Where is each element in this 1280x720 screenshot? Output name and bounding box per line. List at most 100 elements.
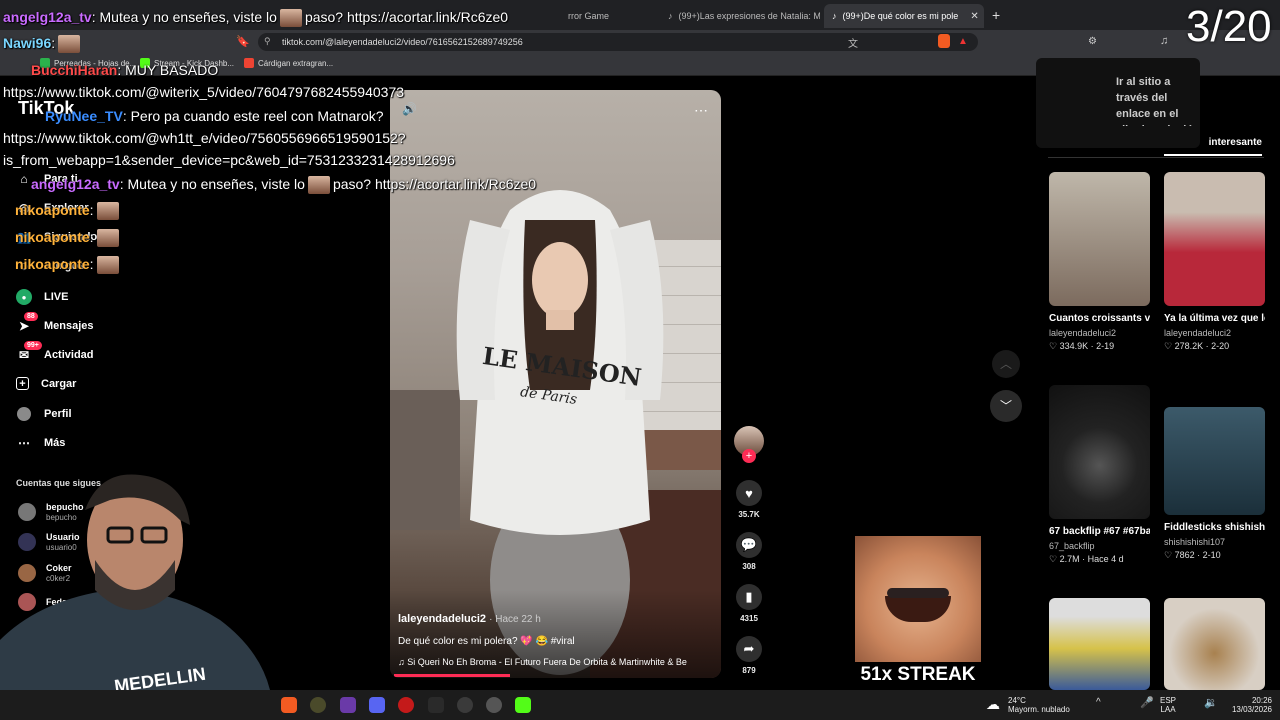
next-video-button[interactable]: ﹀ (990, 390, 1022, 422)
live-icon: ● (16, 289, 32, 305)
tab-interesante[interactable]: interesante (1164, 134, 1262, 156)
app-icon[interactable] (340, 697, 356, 713)
previous-video-button[interactable]: ︿ (992, 350, 1020, 378)
emote (307, 176, 330, 195)
emote (96, 256, 119, 275)
recommended-card[interactable]: Ya la última vez que lo hago😵/... laleye… (1164, 172, 1265, 352)
video-progress-bar[interactable] (394, 674, 510, 677)
like-button[interactable]: ♥ 35.7K (734, 480, 764, 519)
recommended-card[interactable] (1164, 598, 1265, 690)
video-thumbnail (1049, 598, 1150, 690)
webcam-streamer (0, 474, 270, 690)
share-button[interactable]: ➦ 879 (734, 636, 764, 675)
creator-avatar[interactable]: + (734, 426, 764, 463)
volume-icon[interactable]: 🔉 (1204, 696, 1218, 709)
chat-message: BucchiHaran: MUY BASADO (31, 62, 219, 78)
tab-game[interactable]: rror Game (560, 4, 656, 28)
bookmark-icon: ▮ (736, 584, 762, 610)
video-author[interactable]: laleyendadeluci2 (398, 613, 486, 625)
app-icon[interactable] (486, 697, 502, 713)
chat-message: is_from_webapp=1&sender_device=pc&web_id… (3, 152, 455, 168)
nav-actividad[interactable]: ✉ 99+ Actividad (16, 341, 94, 363)
app-icon[interactable] (457, 697, 473, 713)
save-button[interactable]: ▮ 4315 (734, 584, 764, 623)
video-thumbnail (1049, 172, 1150, 306)
comment-count: 308 (742, 562, 756, 571)
emote (58, 35, 81, 54)
new-tab-button[interactable]: + (992, 7, 1000, 23)
clock[interactable]: 20:26 13/03/2026 (1226, 696, 1272, 714)
share-icon: ➦ (736, 636, 762, 662)
chat-message: angelg12a_tv: Mutea y no enseñes, viste … (3, 9, 508, 28)
nav-live[interactable]: ● LIVE (16, 289, 68, 305)
tab-label: rror Game (568, 11, 610, 21)
streak-label: 51x STREAK (860, 664, 976, 685)
video-meta: laleyendadeluci2 · Hace 22 h (398, 613, 541, 625)
shop-icon (244, 58, 254, 68)
streak-emote (855, 536, 981, 662)
popup-text: Ir al sitio a través del enlace en el cl… (1116, 76, 1200, 126)
plus-square-icon: + (16, 377, 29, 390)
app-icon[interactable] (310, 697, 326, 713)
chat-message: nikoaponte: (3, 202, 122, 221)
brave-shield-icon[interactable] (938, 34, 950, 48)
opera-icon[interactable] (398, 697, 414, 713)
recommended-card[interactable]: Cuantos croissants vieron... laleyendade… (1049, 172, 1150, 352)
emote (96, 229, 119, 248)
comment-button[interactable]: 💬 308 (734, 532, 764, 571)
weather-widget[interactable]: 24°C Mayorm. nublado (1008, 696, 1070, 714)
volume-icon[interactable]: 🔊 (402, 102, 417, 116)
profile-icon (16, 406, 32, 422)
follow-plus-icon[interactable]: + (742, 449, 756, 463)
microphone-icon[interactable]: 🎤 (1140, 696, 1154, 709)
recommended-card[interactable]: 67 backflip #67 #67backflip... 67_backfl… (1049, 385, 1150, 565)
extensions-icon[interactable]: ⚙ (1088, 36, 1097, 47)
chat-message: angelg12a_tv: Mutea y no enseñes, viste … (3, 176, 536, 195)
video-music[interactable]: ♫ Si Queri No Eh Broma - El Futuro Fuera… (398, 657, 714, 667)
tiktok-tab-icon: ♪ (668, 11, 673, 21)
nav-perfil[interactable]: Perfil (16, 406, 72, 422)
brave-icon[interactable] (281, 697, 297, 713)
tab-label: (99+)Las expresiones de Natalia: Mu (678, 11, 821, 21)
music-icon[interactable]: ♫ (1160, 35, 1168, 47)
app-icon[interactable] (428, 697, 444, 713)
chat-message: nikoaponte: (3, 256, 122, 275)
bookmark-icon[interactable]: 🔖 (236, 35, 250, 48)
chat-message: nikoaponte: (3, 229, 122, 248)
nav-mas[interactable]: ⋯ Más (16, 435, 65, 451)
windows-taskbar: ☁ 24°C Mayorm. nublado ^ 🎤 ESP LAA 🔉 20:… (0, 690, 1280, 720)
nav-cargar[interactable]: + Cargar (16, 377, 76, 390)
address-bar[interactable]: ⚲ tiktok.com/@laleyendadeluci2/video/761… (258, 33, 978, 51)
video-more-icon[interactable]: ⋯ (694, 102, 708, 119)
more-icon: ⋯ (18, 436, 30, 450)
language-indicator[interactable]: ESP LAA (1160, 696, 1176, 714)
activity-badge: 99+ (24, 341, 42, 350)
send-icon: ➤ 88 (16, 312, 38, 334)
progress-counter: 3/20 (1186, 2, 1272, 51)
url-text: tiktok.com/@laleyendadeluci2/video/76165… (282, 37, 523, 47)
video-caption: De qué color es mi polera? 💖 😂 #viral (398, 636, 575, 647)
kick-icon[interactable] (515, 697, 531, 713)
tab-active-video[interactable]: ♪ (99+)De qué color es mi pole ✕ (824, 4, 984, 28)
divider (1048, 157, 1264, 158)
messages-badge: 88 (24, 312, 38, 321)
recommended-card[interactable]: Fiddlesticks shishishishi 1v2... shishis… (1164, 385, 1265, 561)
comment-icon: 💬 (736, 532, 762, 558)
chat-message: https://www.tiktok.com/@wh1tt_e/video/75… (3, 130, 406, 146)
site-info-icon[interactable]: ⚲ (264, 36, 271, 47)
bell-icon: ✉ 99+ (16, 341, 42, 363)
brave-rewards-icon[interactable]: ▲ (958, 36, 968, 47)
tab-expresiones[interactable]: ♪ (99+)Las expresiones de Natalia: Mu (660, 4, 820, 28)
bookmark-item[interactable]: Cárdigan extragran... (244, 58, 333, 68)
heart-icon: ♥ (736, 480, 762, 506)
chat-message: https://www.tiktok.com/@witerix_5/video/… (3, 84, 405, 100)
video-thumbnail (1164, 172, 1265, 306)
tray-chevron-icon[interactable]: ^ (1096, 697, 1101, 708)
recommended-card[interactable] (1049, 598, 1150, 690)
translate-icon[interactable]: 文 (848, 35, 858, 50)
nav-mensajes[interactable]: ➤ 88 Mensajes (16, 312, 94, 334)
close-tab-icon[interactable]: ✕ (970, 11, 978, 22)
chat-message: RyuNee_TV: Pero pa cuando este reel con … (45, 108, 384, 124)
video-thumbnail (1164, 407, 1265, 515)
discord-icon[interactable] (369, 697, 385, 713)
